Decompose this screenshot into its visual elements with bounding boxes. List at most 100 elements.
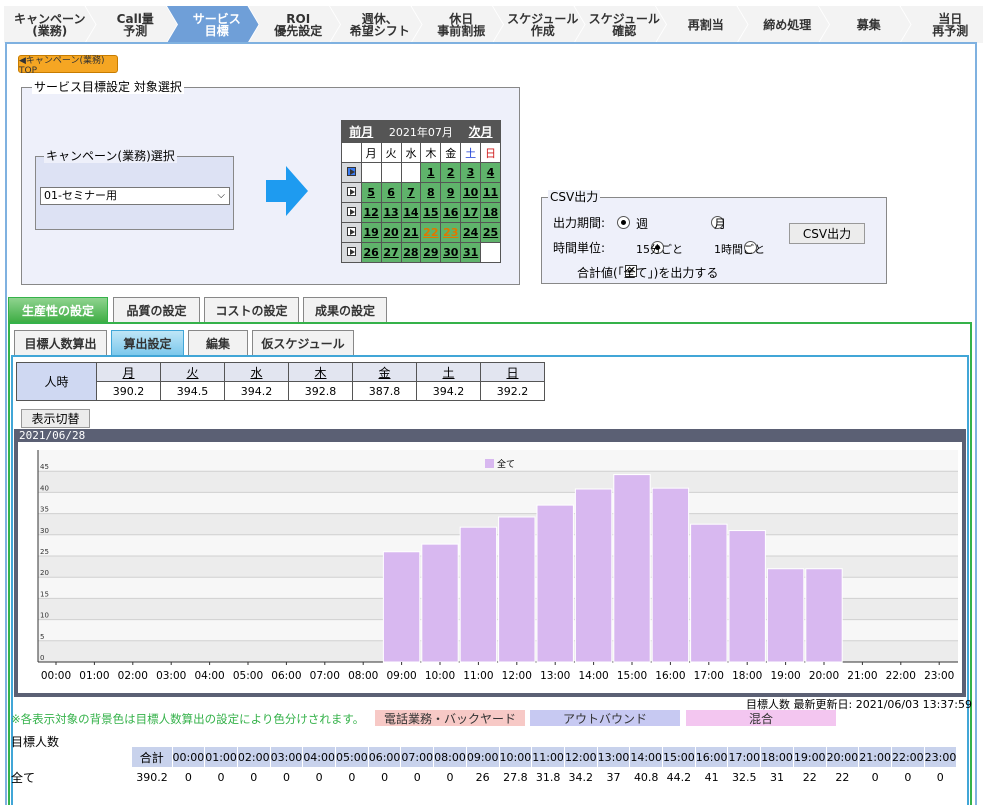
next-month-link[interactable]: 次月 [460, 120, 501, 143]
campaign-select[interactable]: 01-セミナー用 ⌵ [40, 187, 230, 205]
calendar-day[interactable]: 4 [480, 162, 501, 183]
y-tick-label: 20 [40, 569, 49, 577]
calendar-day-number: 13 [383, 206, 399, 219]
calendar-day[interactable]: 27 [380, 242, 402, 263]
campaign-top-button[interactable]: ◀キャンペーン(業務) TOP [18, 55, 118, 76]
settings-tab-2[interactable]: コストの設定 [204, 297, 299, 323]
calendar-empty [480, 242, 501, 263]
hour-header: 15:00 [662, 747, 696, 767]
prev-month-link[interactable]: 前月 [341, 120, 382, 143]
calendar-day[interactable]: 11 [480, 182, 501, 203]
grid-band [38, 513, 958, 535]
nav-tab-5[interactable]: 休日 事前割振 [412, 6, 504, 43]
settings-tab-3[interactable]: 成果の設定 [303, 297, 387, 323]
calendar-day[interactable]: 8 [420, 182, 442, 203]
nav-tab-0[interactable]: キャンペーン (業務) [4, 6, 96, 43]
sub-tab-3[interactable]: 仮スケジュール [252, 330, 354, 356]
week-select-icon[interactable] [341, 182, 362, 203]
calendar-day[interactable]: 22 [420, 222, 442, 243]
hour-header: 02:00 [236, 747, 271, 767]
legend-phone-backyard: 電話業務・バックヤード [375, 710, 525, 726]
calendar-day-number: 28 [403, 246, 419, 259]
calendar-day[interactable]: 2 [440, 162, 462, 183]
calendar-day-number: 23 [443, 226, 459, 239]
nav-tab-6[interactable]: スケジュール 作成 [493, 6, 585, 43]
calendar-day[interactable]: 23 [440, 222, 462, 243]
calendar-day[interactable]: 24 [460, 222, 482, 243]
calendar-day[interactable]: 5 [360, 182, 382, 203]
calendar-day[interactable]: 9 [440, 182, 462, 203]
calendar-day[interactable]: 30 [440, 242, 462, 263]
weekly-day-header[interactable]: 水 [224, 362, 289, 382]
period-week-radio[interactable] [617, 216, 630, 229]
nav-tab-4[interactable]: 週休、 希望シフト [330, 6, 422, 43]
week-select-icon[interactable] [341, 222, 362, 243]
calendar-day-number: 16 [443, 206, 459, 219]
calendar-day[interactable]: 28 [400, 242, 422, 263]
weekly-day-header[interactable]: 月 [96, 362, 161, 382]
calendar-day[interactable]: 13 [380, 202, 402, 223]
chevron-down-icon: ⌵ [217, 190, 225, 201]
sub-tab-0[interactable]: 目標人数算出 [14, 330, 107, 356]
bar-15:00 [613, 474, 651, 663]
unit-15min-label: 15分ごと [636, 243, 683, 256]
calendar-day[interactable]: 20 [380, 222, 402, 243]
nav-tab-10[interactable]: 募集 [819, 6, 911, 43]
calendar-month-label: 2021年07月 [380, 120, 462, 143]
week-select-icon[interactable] [341, 162, 362, 183]
weekly-day-header[interactable]: 土 [416, 362, 481, 382]
nav-tab-3[interactable]: ROI 優先設定 [249, 6, 341, 43]
calendar-day[interactable]: 12 [360, 202, 382, 223]
calendar-day[interactable]: 18 [480, 202, 501, 223]
nav-tab-2[interactable]: サービス 目標 [167, 6, 259, 43]
calendar-day[interactable]: 10 [460, 182, 482, 203]
calendar-day[interactable]: 21 [400, 222, 422, 243]
calendar-day[interactable]: 1 [420, 162, 442, 183]
nav-tab-1[interactable]: Call量 予測 [86, 6, 178, 43]
legend-label: 全て [497, 458, 515, 470]
calendar-day[interactable]: 16 [440, 202, 462, 223]
calendar-day[interactable]: 6 [380, 182, 402, 203]
week-select-icon[interactable] [341, 242, 362, 263]
calendar-day[interactable]: 7 [400, 182, 422, 203]
weekly-day-header[interactable]: 金 [352, 362, 417, 382]
weekly-day-header[interactable]: 木 [288, 362, 353, 382]
weekly-value: 392.2 [480, 381, 545, 401]
y-tick-label: 0 [40, 654, 44, 662]
sub-tab-2[interactable]: 編集 [188, 330, 248, 356]
hour-header: 08:00 [433, 747, 467, 767]
nav-tab-7[interactable]: スケジュール 確認 [575, 6, 667, 43]
calendar-day[interactable]: 29 [420, 242, 442, 263]
csv-output-button[interactable]: CSV出力 [789, 223, 865, 244]
week-select-icon[interactable] [341, 202, 362, 223]
hour-header: 04:00 [302, 747, 336, 767]
calendar-day[interactable]: 19 [360, 222, 382, 243]
toggle-view-button[interactable]: 表示切替 [21, 409, 90, 428]
nav-tab-8[interactable]: 再割当 [656, 6, 748, 43]
nav-tab-11[interactable]: 当日 再予測 [900, 6, 983, 43]
bar-18:00 [728, 530, 766, 663]
calendar-day[interactable]: 15 [420, 202, 442, 223]
calendar-day[interactable]: 3 [460, 162, 482, 183]
x-tick-label: 10:00 [425, 670, 455, 682]
month-calendar: 前月 2021年07月 次月 月火水木金土日 1 2 3 4 5 6 7 8 9 10 11 12 13 1… [341, 120, 501, 263]
calendar-weekday: 土 [460, 142, 482, 163]
calendar-day[interactable]: 26 [360, 242, 382, 263]
calendar-day-number: 9 [446, 186, 455, 199]
settings-tab-1[interactable]: 品質の設定 [113, 297, 200, 323]
sub-tab-1[interactable]: 算出設定 [111, 330, 184, 356]
calendar-day[interactable]: 25 [480, 222, 501, 243]
hour-value: 0 [446, 770, 454, 784]
weekly-day-header[interactable]: 火 [160, 362, 225, 382]
calendar-weekday: 日 [480, 142, 501, 163]
calendar-weekday: 水 [400, 142, 422, 163]
calendar-day[interactable]: 14 [400, 202, 422, 223]
weekly-day-header[interactable]: 日 [480, 362, 545, 382]
calendar-weekday: 金 [440, 142, 462, 163]
settings-tab-0[interactable]: 生産性の設定 [8, 297, 108, 323]
calendar-day[interactable]: 17 [460, 202, 482, 223]
calendar-day[interactable]: 31 [460, 242, 482, 263]
nav-tab-9[interactable]: 締め処理 [738, 6, 830, 43]
grid-band [38, 492, 958, 514]
hour-value: 27.8 [503, 770, 528, 784]
